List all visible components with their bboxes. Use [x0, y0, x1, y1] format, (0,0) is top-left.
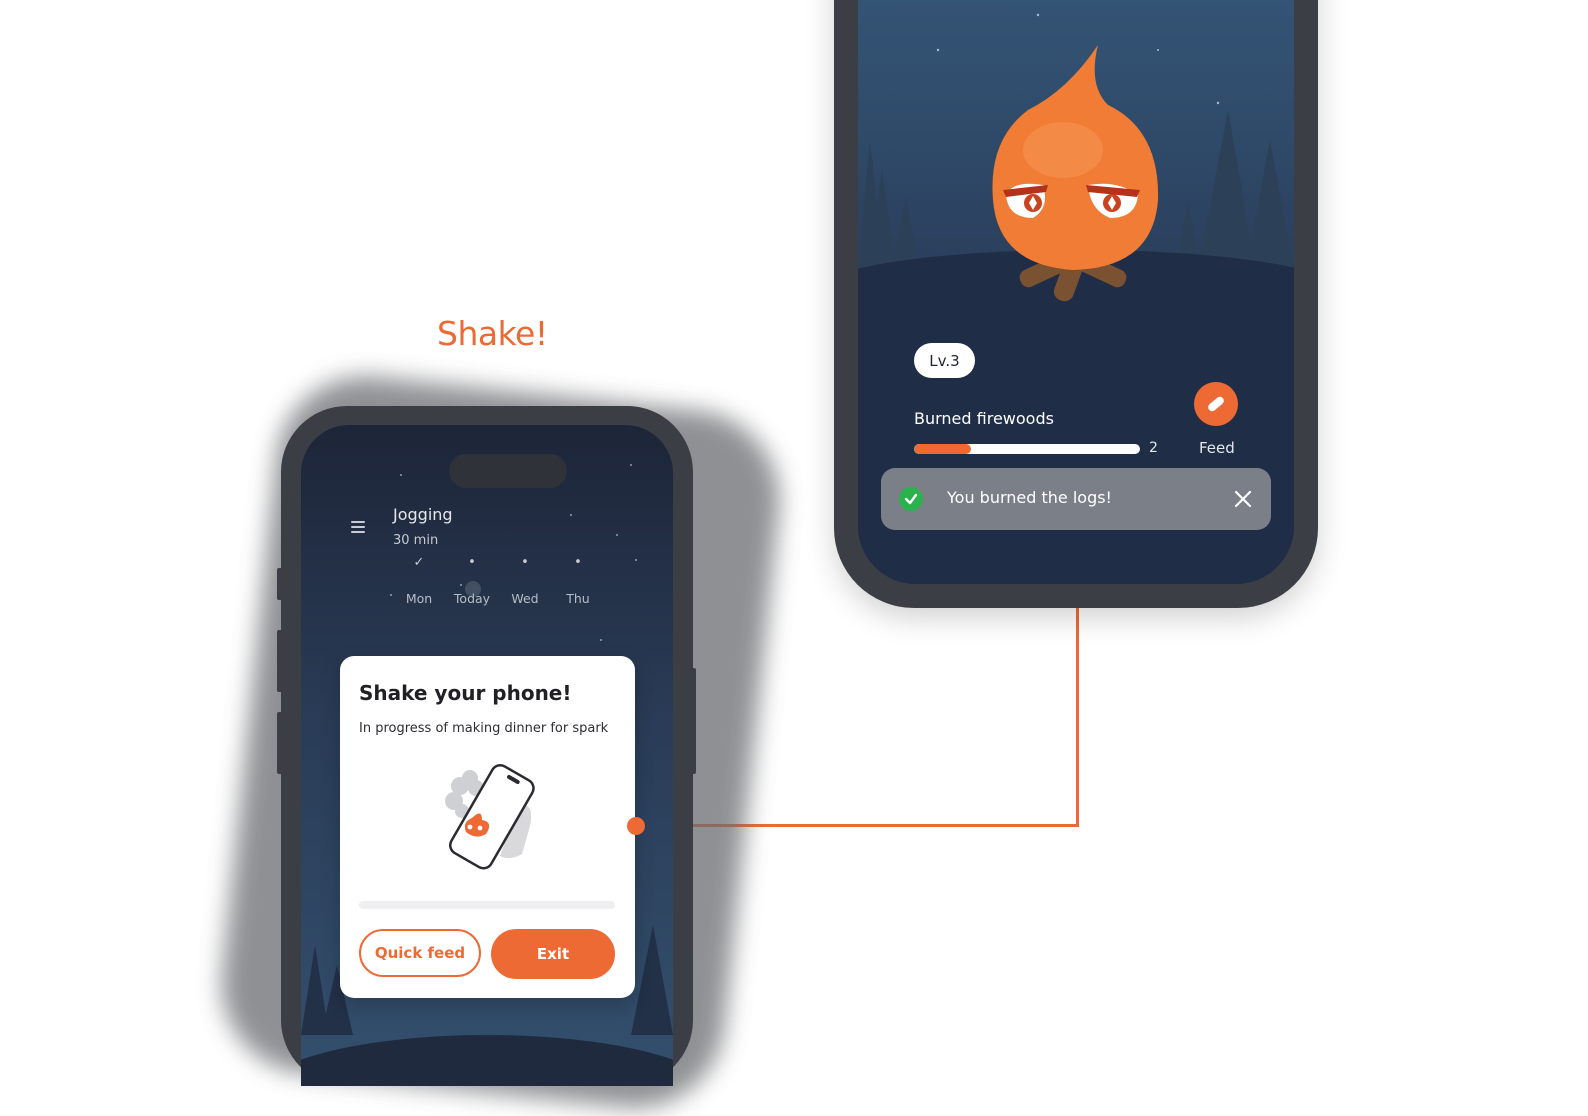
firewood-progress-bar: [914, 444, 1140, 454]
shake-caption: Shake!: [437, 314, 548, 353]
feed-button[interactable]: [1194, 382, 1238, 426]
activity-duration: 30 min: [393, 533, 439, 548]
firewood-progress-fill: [914, 444, 971, 454]
flame-mascot: [992, 45, 1159, 302]
shake-progress-bar: [359, 901, 615, 909]
toast-message: You burned the logs!: [947, 488, 1112, 507]
burned-firewoods-label: Burned firewoods: [914, 409, 1054, 428]
level-badge: Lv.3: [914, 343, 975, 378]
quick-feed-button[interactable]: Quick feed: [359, 929, 481, 977]
dot-icon: •: [521, 555, 529, 570]
firewood-count: 2: [1149, 440, 1158, 456]
day-today[interactable]: • Today: [447, 555, 497, 606]
modal-description: In progress of making dinner for spark: [359, 721, 609, 736]
success-toast: You burned the logs!: [881, 468, 1271, 530]
dot-icon: •: [468, 555, 476, 570]
hamburger-menu-icon[interactable]: [351, 519, 365, 533]
exit-button[interactable]: Exit: [491, 929, 615, 979]
day-label: Today: [453, 591, 491, 606]
dot-icon: •: [574, 555, 582, 570]
check-icon: ✓: [413, 555, 425, 570]
feed-label: Feed: [1199, 439, 1235, 457]
connector-line-vertical: [1076, 606, 1079, 827]
day-wed[interactable]: • Wed: [500, 555, 550, 606]
close-icon[interactable]: [1231, 487, 1255, 511]
dynamic-island: [449, 454, 567, 488]
day-label: Mon: [405, 591, 433, 606]
activity-title: Jogging: [393, 505, 453, 524]
day-label: Wed: [511, 591, 539, 606]
connector-dot: [627, 817, 645, 835]
shake-phone-illustration: [445, 764, 535, 870]
day-label: Thu: [566, 591, 590, 606]
modal-title: Shake your phone!: [359, 681, 572, 705]
day-mon[interactable]: ✓ Mon: [394, 555, 444, 606]
day-thu[interactable]: • Thu: [553, 555, 603, 606]
log-icon: [1208, 396, 1224, 412]
shake-modal: Shake your phone! In progress of making …: [340, 656, 635, 998]
check-circle-icon: [899, 487, 923, 511]
